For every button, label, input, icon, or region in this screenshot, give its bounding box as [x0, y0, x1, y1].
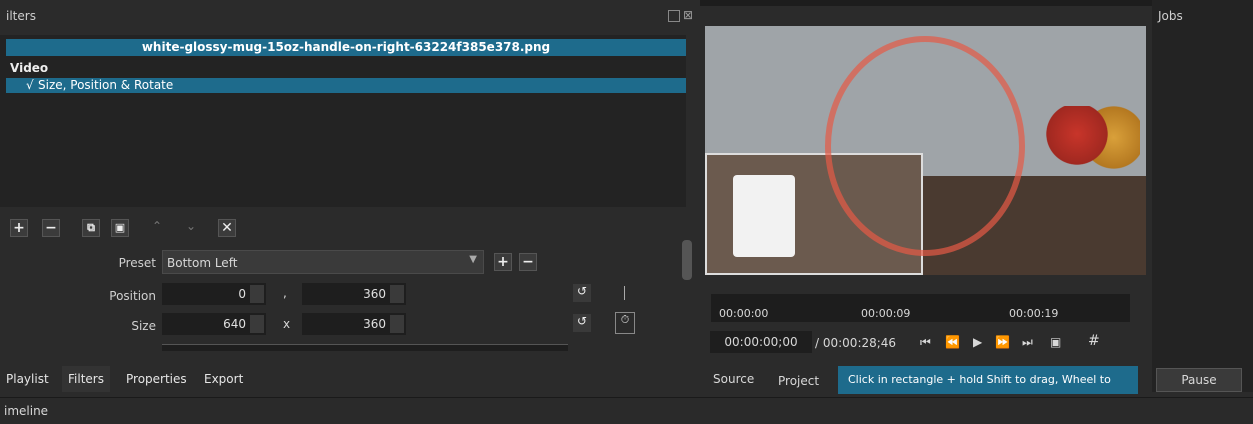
position-y-field[interactable]: 360: [302, 283, 406, 305]
reset-size-icon[interactable]: ↺: [573, 314, 591, 332]
filter-item-label: Size, Position & Rotate: [38, 78, 174, 92]
panel-close-icon[interactable]: ⊠: [683, 8, 693, 22]
size-height-field[interactable]: 360: [302, 313, 406, 335]
size-width-spinner[interactable]: [250, 315, 264, 333]
timeline-ruler[interactable]: 00:00:00 00:00:09 00:00:19: [711, 294, 1130, 322]
preset-select[interactable]: Bottom Left ▼: [162, 250, 484, 274]
mug-image: [733, 175, 795, 257]
timeline-bar: imeline: [0, 397, 1253, 424]
remove-filter-button[interactable]: −: [42, 219, 60, 237]
chevron-down-icon: ▼: [469, 254, 477, 265]
tab-properties[interactable]: Properties: [120, 366, 193, 392]
ruler-time-1: 00:00:09: [861, 307, 911, 320]
position-x-field[interactable]: 0: [162, 283, 266, 305]
filter-item-size-position-rotate[interactable]: √ Size, Position & Rotate: [6, 78, 686, 93]
paste-icon[interactable]: ▣: [111, 219, 129, 237]
file-name-row[interactable]: white-glossy-mug-15oz-handle-on-right-63…: [6, 39, 686, 56]
jobs-panel: Jobs Pause: [1152, 0, 1253, 392]
move-up-icon[interactable]: ⌃: [152, 219, 162, 233]
zoom-icon[interactable]: ▣: [1050, 335, 1061, 349]
hint-message: Click in rectangle + hold Shift to drag,…: [838, 366, 1138, 414]
next-slider[interactable]: [162, 344, 568, 351]
remove-preset-button[interactable]: −: [519, 253, 537, 271]
tab-source[interactable]: Source: [713, 372, 754, 386]
position-label: Position: [109, 289, 156, 303]
tab-playlist[interactable]: Playlist: [0, 366, 55, 392]
timecode-value: 00:00:00;00: [724, 335, 798, 349]
duration-label: / 00:00:28;46: [815, 336, 897, 350]
fruit-bowl-image: [1035, 106, 1140, 176]
move-down-icon[interactable]: ⌄: [186, 219, 196, 233]
size-width-value: 640: [223, 317, 246, 331]
size-label: Size: [131, 319, 156, 333]
viewer-controls: 00:00:00 00:00:09 00:00:19 00:00:00;00 /…: [705, 286, 1145, 360]
timecode-field[interactable]: 00:00:00;00: [710, 331, 812, 353]
keyframe-divider: [624, 286, 625, 300]
tab-filters[interactable]: Filters: [62, 366, 110, 392]
reset-position-icon[interactable]: ↺: [573, 284, 591, 302]
deselect-close-icon[interactable]: ✕: [218, 219, 236, 237]
ruler-time-2: 00:00:19: [1009, 307, 1059, 320]
text-art-image: [825, 36, 1025, 256]
copy-icon[interactable]: ⧉: [82, 219, 100, 237]
add-filter-button[interactable]: +: [10, 219, 28, 237]
timeline-label: imeline: [4, 404, 49, 418]
grid-icon[interactable]: #: [1088, 333, 1100, 349]
panel-float-icon[interactable]: [668, 10, 680, 22]
fast-forward-icon[interactable]: ⏩: [995, 335, 1010, 349]
rewind-icon[interactable]: ⏪: [945, 335, 960, 349]
size-height-spinner[interactable]: [390, 315, 404, 333]
filters-panel-title: ilters: [6, 9, 36, 23]
position-separator: ,: [283, 286, 287, 300]
ruler-time-0: 00:00:00: [719, 307, 769, 320]
position-y-value: 360: [363, 287, 386, 301]
preset-value: Bottom Left: [167, 256, 238, 270]
video-preview[interactable]: [705, 26, 1146, 275]
add-preset-button[interactable]: +: [494, 253, 512, 271]
skip-start-icon[interactable]: ⏮: [920, 335, 931, 350]
position-y-spinner[interactable]: [390, 285, 404, 303]
size-height-value: 360: [363, 317, 386, 331]
tab-project[interactable]: Project: [778, 374, 819, 388]
filters-panel: ilters ⊠ white-glossy-mug-15oz-handle-on…: [0, 0, 700, 392]
position-x-value: 0: [238, 287, 246, 301]
size-width-field[interactable]: 640: [162, 313, 266, 335]
preset-label: Preset: [118, 256, 156, 270]
position-x-spinner[interactable]: [250, 285, 264, 303]
filters-list: [0, 35, 686, 207]
vertical-scrollbar[interactable]: [682, 240, 692, 280]
filter-check-icon[interactable]: √: [26, 78, 34, 93]
video-heading: Video: [10, 61, 49, 75]
size-separator: x: [283, 317, 291, 331]
skip-end-icon[interactable]: ⏭: [1022, 335, 1033, 350]
play-icon[interactable]: ▶: [973, 335, 982, 349]
tab-export[interactable]: Export: [198, 366, 249, 392]
jobs-title: Jobs: [1158, 9, 1183, 23]
keyframe-timer-icon[interactable]: ⏱: [615, 312, 635, 334]
pause-button[interactable]: Pause: [1156, 368, 1242, 392]
